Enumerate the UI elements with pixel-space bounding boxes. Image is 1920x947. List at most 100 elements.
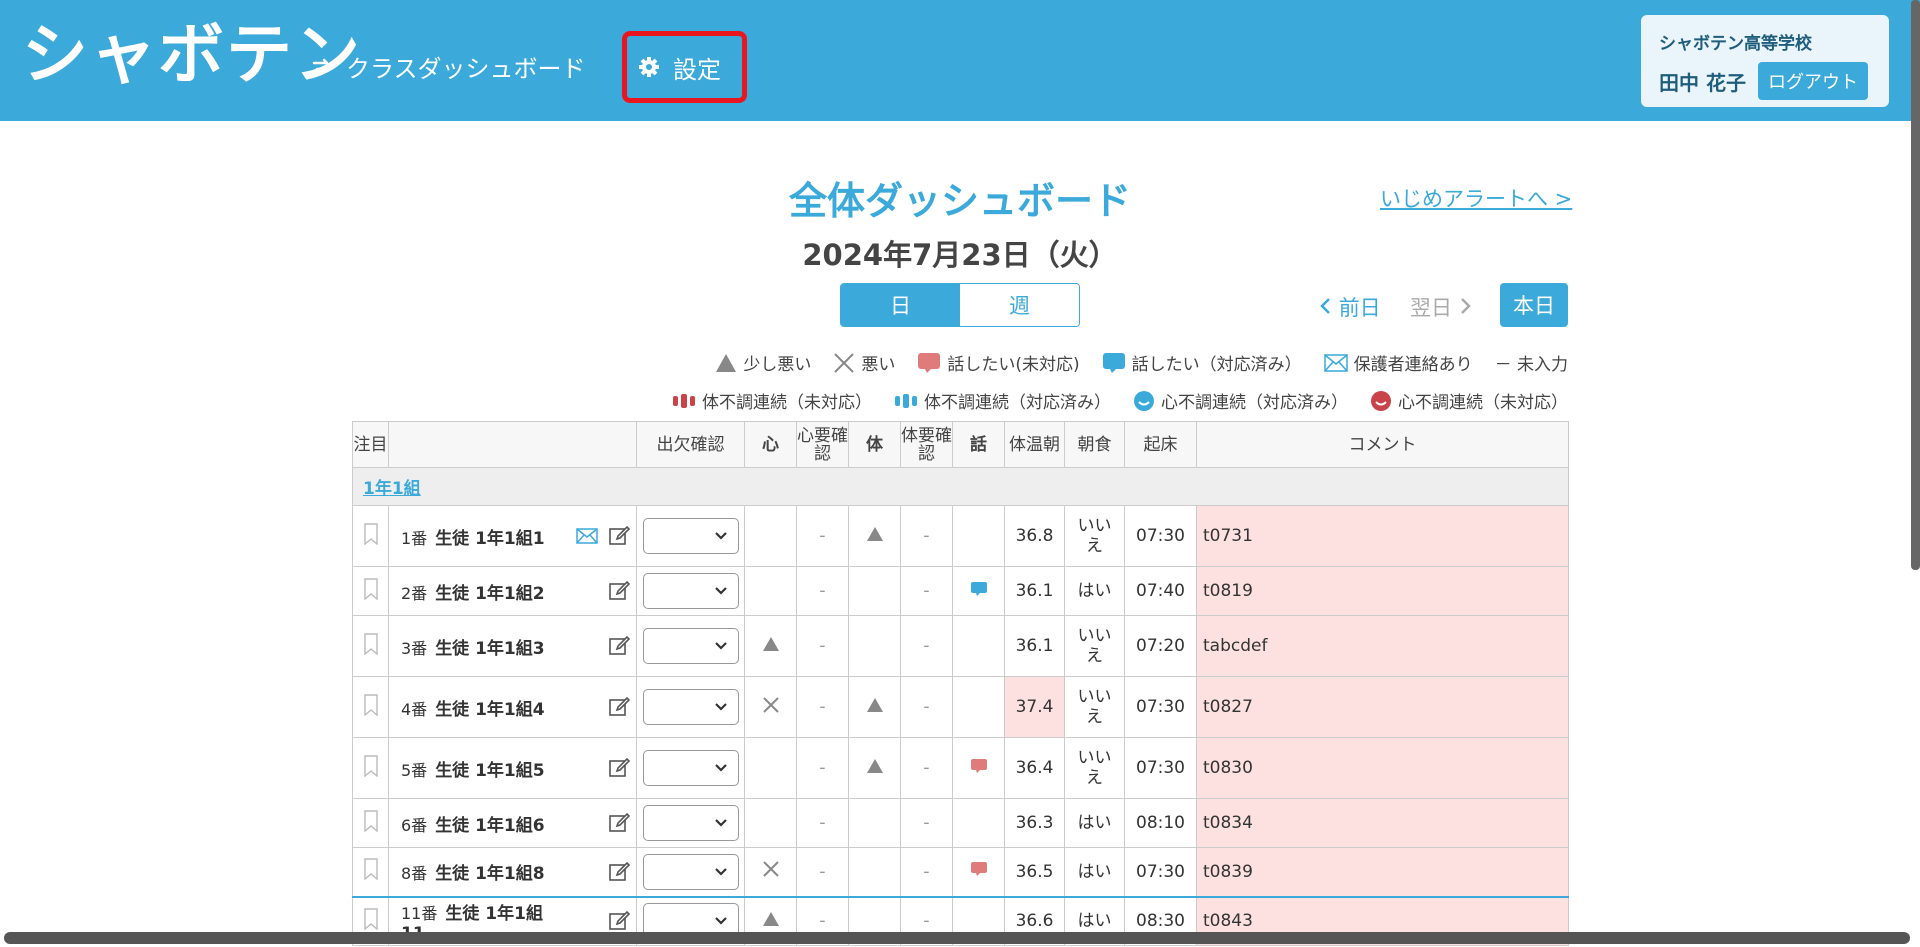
attention-cell[interactable]: [352, 847, 389, 897]
body-cell: [848, 566, 901, 616]
next-day-button[interactable]: 翌日: [1410, 292, 1473, 322]
edit-icon[interactable]: [608, 696, 631, 718]
chevron-down-icon: [714, 764, 727, 772]
col-wake: 起床: [1124, 421, 1197, 468]
attendance-select[interactable]: [642, 628, 739, 664]
temp-cell: 36.8: [1004, 505, 1065, 567]
mind-check-cell: -: [796, 737, 849, 799]
attention-cell[interactable]: [352, 798, 389, 848]
bookmark-icon[interactable]: [363, 754, 379, 777]
nav-settings[interactable]: 設定: [622, 31, 747, 103]
legend-body-handled: 体不調連続（対応済み）: [924, 393, 1111, 413]
legend-talk-unhandled: 話したい(未対応): [947, 355, 1080, 375]
chevron-left-icon: [1320, 298, 1330, 314]
nav-class-dashboard[interactable]: クラスダッシュボード: [310, 36, 586, 96]
bookmark-icon[interactable]: [363, 632, 379, 655]
edit-icon[interactable]: [608, 525, 631, 547]
legend-slightly-bad: 少し悪い: [743, 355, 812, 375]
table-row: 3番 生徒 1年1組3- -36.1 いいえ 07:20 tabcdef: [352, 615, 1569, 677]
chevron-down-icon: [714, 703, 727, 711]
prev-day-label: 前日: [1338, 296, 1381, 320]
attention-cell[interactable]: [352, 615, 389, 677]
body-cell: [848, 737, 901, 799]
mind-alert-blue-icon: [1134, 390, 1154, 411]
temp-cell: 36.1: [1004, 615, 1065, 677]
prev-day-button[interactable]: 前日: [1318, 292, 1381, 322]
bookmark-icon[interactable]: [363, 577, 379, 600]
speech-bubble-red-icon: [970, 862, 987, 877]
group-link[interactable]: 1年1組: [363, 479, 421, 499]
edit-icon[interactable]: [608, 757, 631, 779]
table-row: 5番 生徒 1年1組5- -36.4 いいえ 07:30 t0830: [352, 737, 1569, 799]
comment-cell: t0731: [1196, 505, 1569, 567]
edit-icon[interactable]: [608, 635, 631, 657]
attendance-cell: [636, 737, 745, 799]
logout-button[interactable]: ログアウト: [1757, 62, 1868, 100]
cross-icon: [762, 861, 779, 877]
student-number: 5番: [401, 760, 428, 780]
attendance-select[interactable]: [642, 689, 739, 725]
bookmark-icon[interactable]: [363, 809, 379, 832]
chevron-down-icon: [714, 917, 727, 925]
student-name: 生徒 1年1組4: [435, 699, 545, 720]
table-row: 4番 生徒 1年1組4- -37.4 いいえ 07:30 t0827: [352, 676, 1569, 738]
attendance-select[interactable]: [642, 805, 739, 841]
tab-day[interactable]: 日: [841, 284, 960, 326]
body-cell: [848, 505, 901, 567]
attention-cell[interactable]: [352, 566, 389, 616]
attendance-select[interactable]: [642, 750, 739, 786]
wake-cell: 07:20: [1124, 615, 1197, 677]
bullying-alert-link[interactable]: いじめアラートへ >: [1380, 183, 1572, 213]
triangle-icon: [866, 697, 883, 712]
edit-icon[interactable]: [608, 812, 631, 834]
student-number: 4番: [401, 699, 428, 719]
talk-cell: [952, 676, 1005, 738]
attendance-cell: [636, 505, 745, 567]
attendance-select[interactable]: [642, 573, 739, 609]
attendance-select[interactable]: [642, 518, 739, 554]
mind-cell: [744, 676, 797, 738]
attention-cell[interactable]: [352, 676, 389, 738]
bookmark-icon[interactable]: [363, 522, 379, 545]
col-talk: 話: [952, 421, 1005, 468]
vertical-scrollbar[interactable]: [1911, 0, 1920, 570]
legend-guardian: 保護者連絡あり: [1353, 355, 1473, 375]
comment-cell: t0834: [1196, 798, 1569, 848]
bookmark-icon[interactable]: [363, 908, 379, 931]
speech-bubble-blue-icon: [1102, 352, 1125, 373]
mind-cell: [744, 615, 797, 677]
horizontal-scrollbar[interactable]: [4, 932, 1910, 944]
page-title: 全体ダッシュボード: [788, 179, 1131, 223]
bookmark-icon[interactable]: [363, 693, 379, 716]
chevron-down-icon: [714, 867, 727, 876]
attention-cell[interactable]: [352, 505, 389, 567]
today-button[interactable]: 本日: [1500, 283, 1568, 327]
mind-cell: [744, 737, 797, 799]
user-name: 田中 花子: [1659, 70, 1746, 95]
mail-icon[interactable]: [576, 528, 598, 544]
student-number: 6番: [401, 815, 428, 835]
speech-bubble-blue-icon: [970, 581, 987, 596]
wake-cell: 07:30: [1124, 505, 1197, 567]
student-name: 生徒 1年1組1: [435, 528, 545, 549]
temp-cell: 36.1: [1004, 566, 1065, 616]
bookmark-icon[interactable]: [363, 858, 379, 881]
mail-icon: [1323, 353, 1348, 372]
student-number: 3番: [401, 638, 428, 658]
edit-icon[interactable]: [608, 580, 631, 602]
tab-week[interactable]: 週: [960, 284, 1079, 326]
edit-icon[interactable]: [608, 861, 631, 883]
next-day-label: 翌日: [1410, 296, 1452, 320]
cross-icon: [762, 696, 779, 713]
edit-icon[interactable]: [608, 910, 631, 932]
body-cell: [848, 847, 901, 897]
student-name-cell: 4番 生徒 1年1組4: [388, 676, 559, 738]
attendance-select[interactable]: [642, 853, 739, 890]
student-name-cell: 2番 生徒 1年1組2: [388, 566, 559, 616]
body-cell: [848, 798, 901, 848]
body-cell: [848, 676, 901, 738]
attention-cell[interactable]: [352, 737, 389, 799]
row-actions: [558, 847, 637, 897]
body-check-cell: -: [900, 676, 953, 738]
temp-cell: 37.4: [1004, 676, 1065, 738]
